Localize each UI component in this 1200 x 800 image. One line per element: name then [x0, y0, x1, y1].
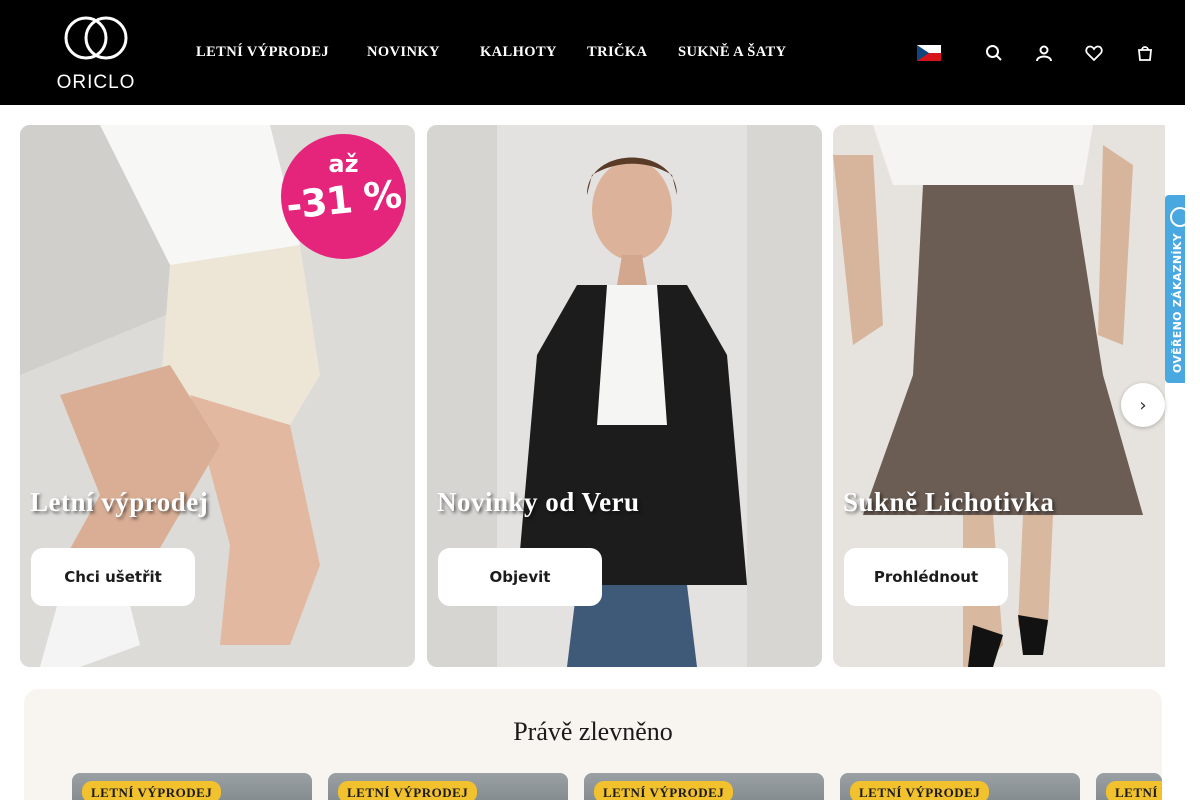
banner-title: Letní výprodej — [30, 487, 209, 517]
logo-rings-icon — [64, 16, 128, 60]
search-icon[interactable] — [984, 43, 1004, 63]
product-card[interactable]: LETNÍ VÝPRODEJ — [584, 773, 824, 800]
cz-flag-icon[interactable] — [917, 45, 941, 61]
sale-badge: LETNÍ VÝPRODEJ — [82, 781, 222, 800]
chevron-right-icon: › — [1139, 394, 1147, 416]
logo-text: ORICLO — [56, 72, 136, 93]
verified-reviews-label: OVĚŘENO ZÁKAZNÍKY — [1171, 233, 1184, 373]
user-icon[interactable] — [1034, 43, 1054, 63]
product-card[interactable]: LETNÍ VÝPRODEJ — [328, 773, 568, 800]
nav-item-label: KALHOTY — [480, 44, 557, 60]
nav-item-letni-vyprodej[interactable]: LETNÍ VÝPRODEJ — [196, 44, 332, 61]
verified-seal-icon — [1170, 207, 1185, 227]
nav-item-tricka[interactable]: TRIČKA — [587, 44, 647, 61]
product-card[interactable]: LETNÍ VÝPRODEJ — [840, 773, 1080, 800]
carousel-next-button[interactable]: › — [1121, 383, 1165, 427]
verified-reviews-tab[interactable]: OVĚŘENO ZÁKAZNÍKY — [1165, 195, 1185, 383]
banner-title: Sukně Lichotivka — [843, 487, 1055, 517]
heart-icon[interactable] — [1084, 43, 1104, 63]
product-card[interactable]: LETNÍ VÝPRODEJ — [72, 773, 312, 800]
objevit-button[interactable]: Objevit — [438, 548, 602, 606]
nav-item-kalhoty[interactable]: KALHOTY — [480, 44, 557, 61]
nav-item-sukne-a-saty[interactable]: SUKNĚ A ŠATY — [678, 44, 786, 61]
site-header: ORICLO LETNÍ VÝPRODEJ NOVINKY KALHOTY TR… — [0, 0, 1185, 105]
nav-item-novinky[interactable]: NOVINKY — [367, 44, 443, 61]
cart-icon[interactable] — [1135, 43, 1155, 63]
discount-badge: až -31 % — [281, 134, 406, 259]
prohlednout-button[interactable]: Prohlédnout — [844, 548, 1008, 606]
logo[interactable]: ORICLO — [46, 14, 146, 93]
section-title: Právě zlevněno — [513, 717, 673, 746]
nav-item-label: TRIČKA — [587, 44, 648, 60]
discounted-section: Právě zlevněno LETNÍ VÝPRODEJ LETNÍ VÝPR… — [24, 689, 1162, 800]
sale-badge: LETNÍ VÝPRODEJ — [850, 781, 990, 800]
banner-title: Novinky od Veru — [437, 487, 640, 517]
nav-item-label: LETNÍ VÝPRODEJ — [196, 44, 330, 60]
product-card[interactable]: LETNÍ VÝPRODEJ — [1096, 773, 1162, 800]
discount-badge-value: -31 % — [284, 172, 403, 228]
banner-carousel: až -31 % Letní výprodej Chci ušetřit Nov… — [20, 125, 1165, 667]
banner-card-letni-vyprodej[interactable]: až -31 % Letní výprodej Chci ušetřit — [20, 125, 415, 667]
sale-badge: LETNÍ VÝPRODEJ — [1106, 781, 1162, 800]
sale-badge: LETNÍ VÝPRODEJ — [594, 781, 734, 800]
sale-badge: LETNÍ VÝPRODEJ — [338, 781, 478, 800]
nav-item-label: NOVINKY — [367, 44, 440, 60]
nav-item-label: SUKNĚ A ŠATY — [678, 44, 787, 60]
banner-card-novinky[interactable]: Novinky od Veru Objevit — [427, 125, 822, 667]
banner-card-sukne[interactable]: Sukně Lichotivka Prohlédnout — [833, 125, 1165, 667]
chci-usetrit-button[interactable]: Chci ušetřit — [31, 548, 195, 606]
